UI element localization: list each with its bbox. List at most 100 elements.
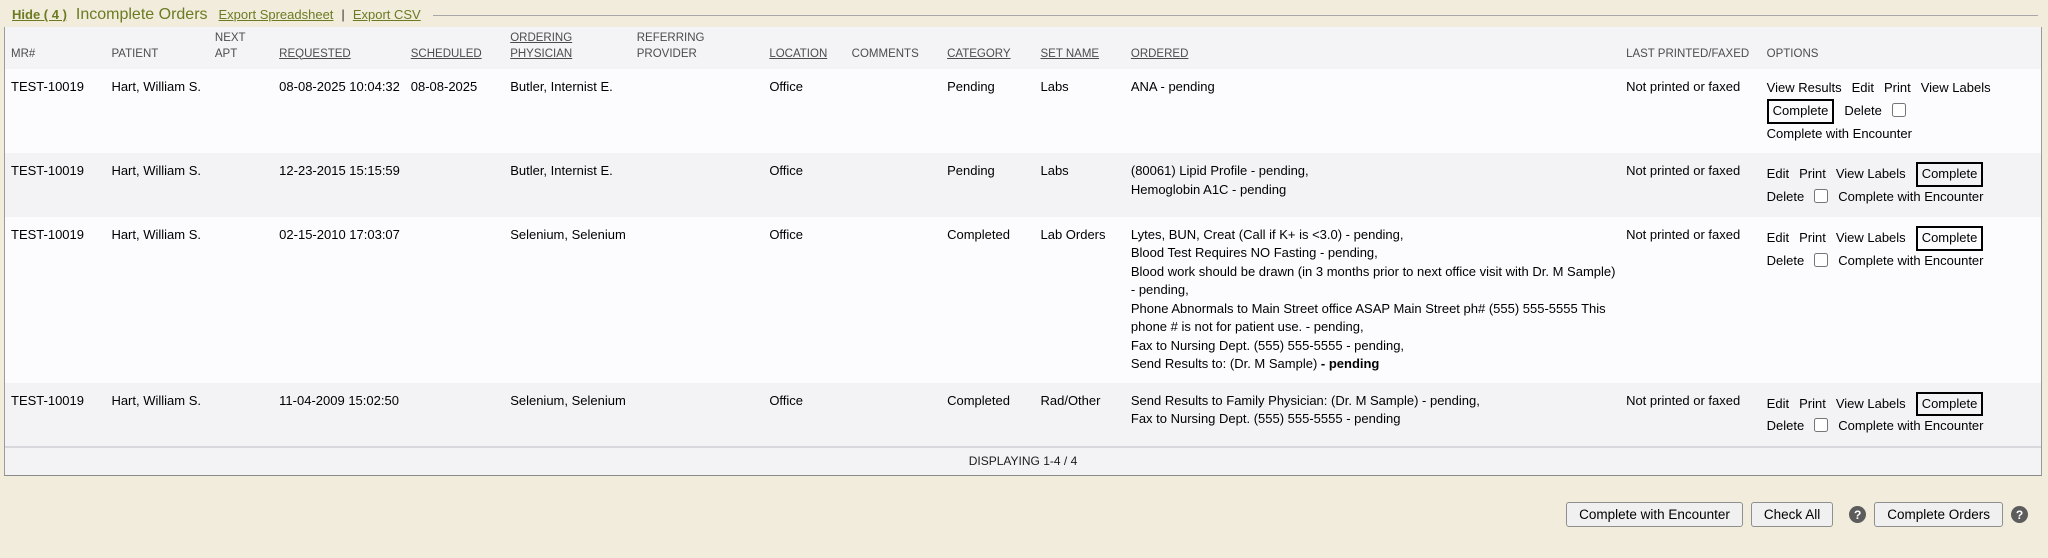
row-checkbox[interactable] (1814, 189, 1828, 203)
view-labels-link[interactable]: View Labels (1921, 80, 1991, 95)
complete-with-encounter-link[interactable]: Complete with Encounter (1838, 189, 1983, 204)
view-labels-link[interactable]: View Labels (1836, 396, 1906, 411)
cell-requested: 11-04-2009 15:02:50 (273, 383, 405, 447)
section-header: Hide ( 4 ) Incomplete Orders Export Spre… (0, 0, 2048, 24)
view-results-link[interactable]: View Results (1767, 80, 1842, 95)
complete-button[interactable]: Complete (1916, 226, 1984, 251)
complete-orders-button[interactable]: Complete Orders (1874, 502, 2003, 527)
edit-link[interactable]: Edit (1767, 166, 1789, 181)
column-header-ordered[interactable]: ORDERED (1125, 27, 1620, 69)
separator: | (341, 7, 344, 22)
ordered-bold-text: - pending (1321, 356, 1380, 371)
column-header-set-name[interactable]: SET NAME (1034, 27, 1124, 69)
column-header-scheduled[interactable]: SCHEDULED (405, 27, 504, 69)
column-header-ordering-physician[interactable]: ORDERING PHYSICIAN (504, 27, 631, 69)
legend-divider (433, 15, 2038, 16)
cell-last-printed-faxed: Not printed or faxed (1620, 217, 1761, 383)
cell-set-name: Labs (1034, 153, 1124, 217)
cell-last-printed-faxed: Not printed or faxed (1620, 383, 1761, 447)
cell-ordering-physician: Selenium, Selenium (504, 383, 631, 447)
incomplete-orders-panel: MR# PATIENT NEXT APT REQUESTED SCHEDULED ORDE… (4, 27, 2042, 476)
edit-link[interactable]: Edit (1767, 230, 1789, 245)
delete-link[interactable]: Delete (1767, 418, 1805, 433)
cell-set-name: Labs (1034, 69, 1124, 153)
cell-last-printed-faxed: Not printed or faxed (1620, 153, 1761, 217)
cell-ordering-physician: Butler, Internist E. (504, 153, 631, 217)
export-csv-link[interactable]: Export CSV (353, 7, 421, 22)
column-label: PATIENT (111, 48, 158, 60)
cell-patient: Hart, William S. (105, 217, 208, 383)
column-label[interactable]: SCHEDULED (411, 48, 482, 60)
cell-referring-provider (631, 217, 764, 383)
edit-link[interactable]: Edit (1852, 80, 1874, 95)
column-header-options: OPTIONS (1761, 27, 2041, 69)
table-header-row: MR# PATIENT NEXT APT REQUESTED SCHEDULED ORDE… (5, 27, 2041, 69)
page-title: Incomplete Orders (76, 6, 208, 24)
column-header-comments: COMMENTS (846, 27, 941, 69)
export-spreadsheet-link[interactable]: Export Spreadsheet (219, 7, 334, 22)
cell-scheduled: 08-08-2025 (405, 69, 504, 153)
row-checkbox[interactable] (1892, 103, 1906, 117)
cell-category: Pending (941, 69, 1034, 153)
column-header-last-printed-faxed: LAST PRINTED/FAXED (1620, 27, 1761, 69)
cell-referring-provider (631, 153, 764, 217)
check-all-button[interactable]: Check All (1751, 502, 1833, 527)
table-row: TEST-10019Hart, William S.12-23-2015 15:… (5, 153, 2041, 217)
row-checkbox[interactable] (1814, 418, 1828, 432)
column-label: NEXT APT (215, 32, 245, 60)
print-link[interactable]: Print (1799, 396, 1826, 411)
column-header-requested[interactable]: REQUESTED (273, 27, 405, 69)
cell-requested: 08-08-2025 10:04:32 (273, 69, 405, 153)
column-label: OPTIONS (1767, 48, 1819, 60)
column-header-next-apt: NEXT APT (209, 27, 273, 69)
cell-requested: 02-15-2010 17:03:07 (273, 217, 405, 383)
cell-mr: TEST-10019 (5, 383, 105, 447)
cell-ordered: ANA - pending (1125, 69, 1620, 153)
delete-link[interactable]: Delete (1767, 189, 1805, 204)
column-label[interactable]: LOCATION (769, 48, 827, 60)
delete-link[interactable]: Delete (1767, 253, 1805, 268)
print-link[interactable]: Print (1884, 80, 1911, 95)
orders-table: MR# PATIENT NEXT APT REQUESTED SCHEDULED ORDE… (5, 27, 2041, 446)
row-checkbox[interactable] (1814, 253, 1828, 267)
print-link[interactable]: Print (1799, 230, 1826, 245)
table-row: TEST-10019Hart, William S.02-15-2010 17:… (5, 217, 2041, 383)
complete-with-encounter-link[interactable]: Complete with Encounter (1838, 418, 1983, 433)
complete-button[interactable]: Complete (1767, 99, 1835, 124)
column-label: MR# (11, 48, 35, 60)
cell-comments (846, 217, 941, 383)
cell-options: Edit Print View Labels Complete Delete Comple… (1761, 217, 2041, 383)
cell-category: Completed (941, 217, 1034, 383)
hide-toggle-link[interactable]: Hide ( 4 ) (12, 7, 67, 22)
column-header-location[interactable]: LOCATION (763, 27, 845, 69)
column-label[interactable]: SET NAME (1040, 48, 1099, 60)
complete-with-encounter-button[interactable]: Complete with Encounter (1566, 502, 1743, 527)
delete-link[interactable]: Delete (1844, 103, 1882, 118)
cell-requested: 12-23-2015 15:15:59 (273, 153, 405, 217)
column-label[interactable]: ORDERED (1131, 48, 1189, 60)
print-link[interactable]: Print (1799, 166, 1826, 181)
pagination-status: DISPLAYING 1-4 / 4 (5, 446, 2041, 475)
edit-link[interactable]: Edit (1767, 396, 1789, 411)
cell-next-apt (209, 153, 273, 217)
column-label: REFERRING PROVIDER (637, 32, 705, 60)
column-header-patient: PATIENT (105, 27, 208, 69)
column-label[interactable]: CATEGORY (947, 48, 1010, 60)
cell-patient: Hart, William S. (105, 69, 208, 153)
column-header-referring-provider: REFERRING PROVIDER (631, 27, 764, 69)
view-labels-link[interactable]: View Labels (1836, 230, 1906, 245)
help-icon[interactable]: ? (2011, 506, 2028, 523)
help-icon[interactable]: ? (1849, 506, 1866, 523)
table-row: TEST-10019Hart, William S.11-04-2009 15:… (5, 383, 2041, 447)
cell-set-name: Lab Orders (1034, 217, 1124, 383)
complete-with-encounter-link[interactable]: Complete with Encounter (1838, 253, 1983, 268)
complete-button[interactable]: Complete (1916, 162, 1984, 187)
complete-button[interactable]: Complete (1916, 392, 1984, 417)
view-labels-link[interactable]: View Labels (1836, 166, 1906, 181)
column-header-category[interactable]: CATEGORY (941, 27, 1034, 69)
column-label[interactable]: ORDERING PHYSICIAN (510, 32, 572, 60)
cell-category: Pending (941, 153, 1034, 217)
cell-location: Office (763, 69, 845, 153)
complete-with-encounter-link[interactable]: Complete with Encounter (1767, 126, 1912, 141)
column-label[interactable]: REQUESTED (279, 48, 351, 60)
